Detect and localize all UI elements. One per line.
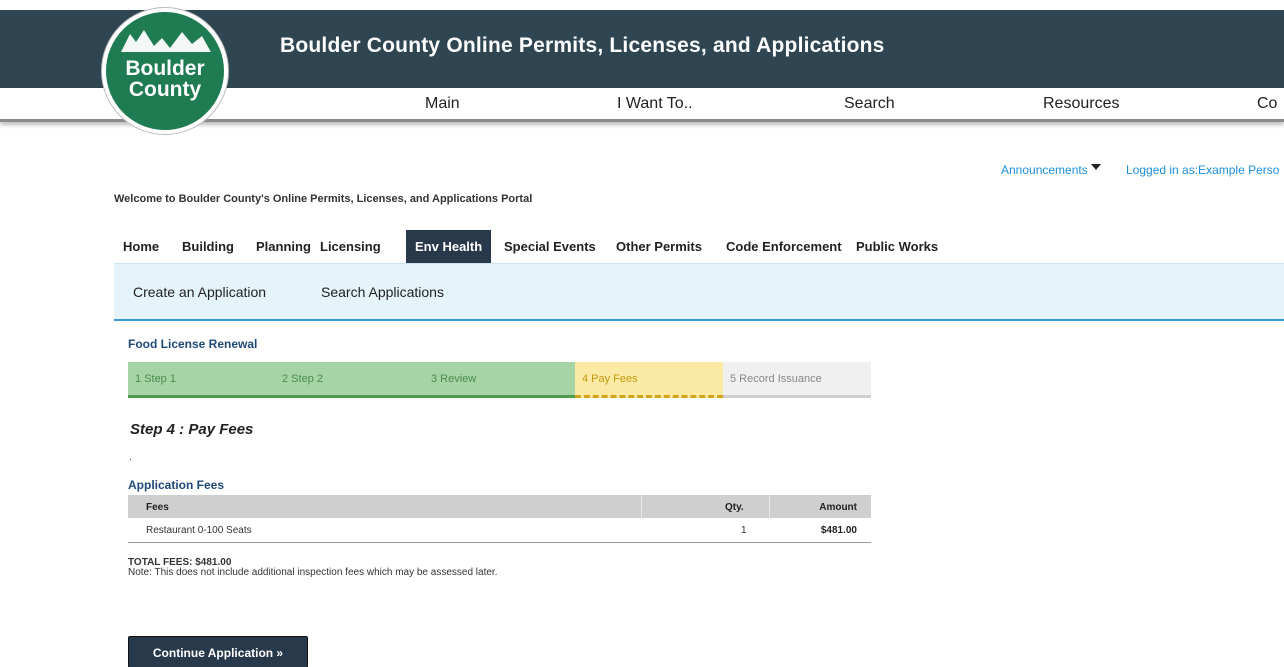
fees-table-header: Fees Qty. Amount [128,495,871,518]
logo-text-county: County [128,78,202,101]
header-amount: Amount [819,502,857,513]
step-3-review: 3 Review [424,362,575,398]
instruction-text: . [129,452,132,463]
site-title: Boulder County Online Permits, Licenses,… [280,34,885,57]
caret-down-icon [1090,164,1101,170]
table-row: Restaurant 0-100 Seats 1 $481.00 [128,518,871,543]
boulder-county-logo[interactable]: Boulder County [102,8,228,134]
application-fees-title: Application Fees [128,478,225,492]
tab-code-enforcement[interactable]: Code Enforcement [717,230,851,263]
record-type-title: Food License Renewal [128,337,258,351]
tab-env-health[interactable]: Env Health [406,230,492,269]
top-nav-resources[interactable]: Resources [1043,95,1119,113]
top-nav-search[interactable]: Search [844,95,895,113]
logo-text-boulder: Boulder [125,57,205,80]
sub-nav-bar: Create an Application Search Application… [114,263,1284,321]
top-nav-contact[interactable]: Co [1257,95,1277,113]
announcements-link[interactable]: Announcements [1001,163,1101,177]
fees-note: Note: This does not include additional i… [128,567,498,578]
top-nav-main[interactable]: Main [425,95,460,113]
fee-amount: $481.00 [820,525,857,536]
tab-home[interactable]: Home [114,230,168,263]
step-heading: Step 4 : Pay Fees [130,421,254,438]
fees-table: Fees Qty. Amount Restaurant 0-100 Seats … [128,495,871,543]
step-4-pay-fees: 4 Pay Fees [575,362,723,398]
tab-special-events[interactable]: Special Events [495,230,605,263]
tab-licensing[interactable]: Licensing [311,230,390,263]
header-fees: Fees [146,502,169,513]
logged-in-user[interactable]: Logged in as:Example Perso [1126,163,1279,177]
step-5-record-issuance: 5 Record Issuance [723,362,871,398]
tab-public-works[interactable]: Public Works [847,230,947,263]
announcements-label: Announcements [1001,163,1088,177]
tab-planning[interactable]: Planning [247,230,320,263]
header-divider [769,495,770,518]
tab-other-permits[interactable]: Other Permits [607,230,711,263]
search-applications-link[interactable]: Search Applications [321,284,444,300]
fee-description: Restaurant 0-100 Seats [146,525,252,536]
step-1: 1 Step 1 [128,362,275,398]
welcome-text: Welcome to Boulder County's Online Permi… [114,193,533,205]
progress-steps: 1 Step 1 2 Step 2 3 Review 4 Pay Fees 5 … [128,362,871,398]
header-divider [641,495,642,518]
continue-application-button[interactable]: Continue Application » [128,636,308,667]
top-nav-i-want-to[interactable]: I Want To.. [617,95,693,113]
create-application-link[interactable]: Create an Application [133,284,266,300]
header-qty: Qty. [725,502,744,513]
step-2: 2 Step 2 [275,362,424,398]
fee-quantity: 1 [741,525,747,536]
tab-building[interactable]: Building [173,230,243,263]
